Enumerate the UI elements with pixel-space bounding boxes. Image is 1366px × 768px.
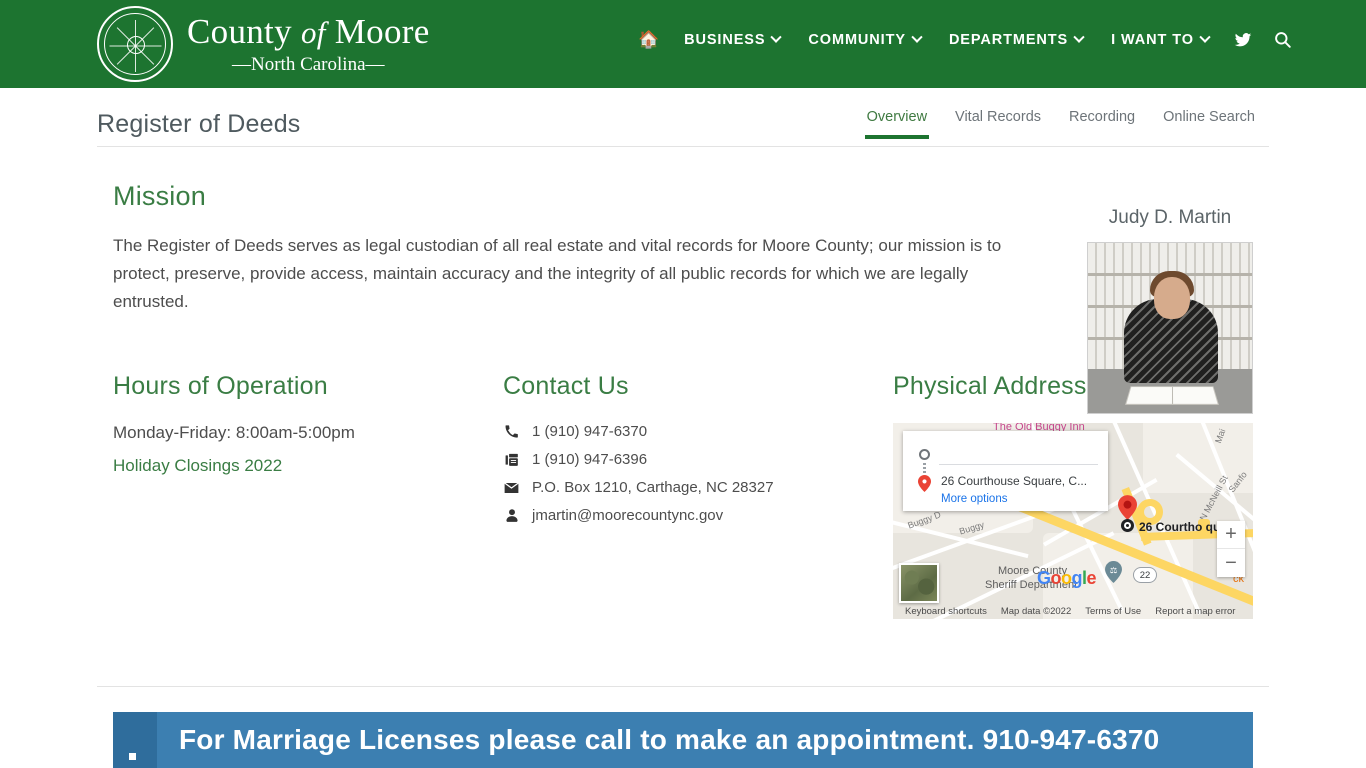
hours-column: Hours of Operation Monday-Friday: 8:00am… [113,372,503,619]
map-directions-card[interactable]: 26 Courthouse Square, C... More options [903,431,1108,511]
contact-mail-value: P.O. Box 1210, Carthage, NC 28327 [532,479,774,496]
contact-email-row[interactable]: jmartin@moorecountync.gov [503,507,893,524]
map-satellite-toggle[interactable] [899,563,939,603]
main-navigation: 🏠 BUSINESS COMMUNITY DEPARTMENTS I WANT … [628,30,1302,49]
map-attribution: Keyboard shortcuts Map data ©2022 Terms … [893,606,1253,617]
card-divider [939,464,1098,465]
brand-title-main: County [187,12,292,51]
chevron-down-icon [770,31,783,43]
contact-heading: Contact Us [503,372,629,400]
tab-vital-records[interactable]: Vital Records [941,109,1055,139]
nav-community-label: COMMUNITY [808,31,906,48]
banner-accent-bar [113,712,157,768]
brand-text: County of Moore —North Carolina— [187,14,430,74]
destination-address: 26 Courthouse Square, C... [941,474,1088,488]
google-logo: Google [1037,568,1097,588]
map-poi-marker-icon: ⚖ [1105,561,1122,583]
destination-pin-icon [918,475,931,492]
contact-mail-row: P.O. Box 1210, Carthage, NC 28327 [503,479,893,496]
title-divider [97,146,1269,147]
nav-search[interactable] [1263,30,1302,49]
brand-title-of: of [300,15,326,50]
contact-fax-value: 1 (910) 947-6396 [532,451,648,468]
contact-phone-row[interactable]: 1 (910) 947-6370 [503,423,893,440]
bottom-divider [97,686,1269,687]
nav-community[interactable]: COMMUNITY [794,31,935,48]
map-destination-dot-icon [1121,519,1134,532]
person-icon [503,509,520,522]
origin-circle-icon [919,449,930,460]
nav-home[interactable]: 🏠 [628,31,670,48]
svg-text:⚖: ⚖ [1110,565,1118,575]
open-ledger-book [1125,386,1219,405]
chevron-down-icon [1073,31,1085,43]
map-zoom-in-button[interactable]: + [1217,521,1245,549]
hours-weekday: Monday-Friday: 8:00am-5:00pm [113,423,355,442]
marriage-license-banner: For Marriage Licenses please call to mak… [113,712,1253,768]
holiday-closings-link[interactable]: Holiday Closings 2022 [113,456,503,476]
fax-icon [503,453,520,467]
map-data-text: Map data ©2022 [1000,606,1072,617]
chevron-down-icon [1199,31,1211,43]
nav-business[interactable]: BUSINESS [670,31,794,48]
nav-i-want-to[interactable]: I WANT TO [1097,31,1223,48]
brand-title-place: Moore [334,12,430,51]
tab-overview[interactable]: Overview [853,109,941,139]
twitter-icon [1234,32,1252,46]
official-name: Judy D. Martin [1108,207,1232,228]
site-header: County of Moore —North Carolina— 🏠 BUSIN… [0,0,1366,88]
section-tabs: Overview Vital Records Recording Online … [853,109,1269,139]
portrait-head [1154,277,1190,319]
contact-email-value: jmartin@moorecountync.gov [532,507,724,524]
nav-departments[interactable]: DEPARTMENTS [935,31,1097,48]
home-icon: 🏠 [638,30,661,49]
map-destination-label: 26 Courtho qu [1139,520,1221,534]
official-profile: Judy D. Martin [1087,207,1253,414]
map-zoom-controls: + − [1217,521,1245,577]
route-dots-icon [923,463,926,475]
hours-heading: Hours of Operation [113,372,328,400]
map-route-shield: 22 [1133,567,1157,583]
nav-departments-label: DEPARTMENTS [948,31,1069,48]
contact-column: Contact Us 1 (910) 947-6370 1 (910) 947-… [503,372,893,619]
county-seal-icon [97,6,173,82]
brand-title: County of Moore [187,14,430,49]
seal-spokes [99,8,171,80]
nav-i-want-to-label: I WANT TO [1111,31,1194,48]
google-map-embed[interactable]: The Old Buggy Inn Buggy D Buggy Mai N Mc… [893,423,1253,619]
official-photo [1087,242,1253,414]
main-content: Mission The Register of Deeds serves as … [97,181,1269,619]
nav-business-label: BUSINESS [684,31,766,48]
terms-of-use-link[interactable]: Terms of Use [1085,606,1141,617]
page-title: Register of Deeds [97,109,301,138]
page-title-bar: Register of Deeds Overview Vital Records… [97,88,1269,146]
search-icon [1275,32,1291,48]
banner-text: For Marriage Licenses please call to mak… [179,724,1160,755]
contact-phone-value: 1 (910) 947-6370 [532,423,648,440]
more-options-link[interactable]: More options [941,493,1007,505]
report-map-error-link[interactable]: Report a map error [1155,606,1235,617]
mail-icon [503,481,520,494]
phone-icon [503,425,520,438]
brand-subtitle: —North Carolina— [232,54,385,75]
site-brand[interactable]: County of Moore —North Carolina— [97,6,430,82]
map-destination-pin-icon [1118,495,1137,520]
tab-online-search[interactable]: Online Search [1149,109,1269,139]
tab-recording[interactable]: Recording [1055,109,1149,139]
mission-body: The Register of Deeds serves as legal cu… [113,236,1002,311]
map-route-number: 22 [1139,569,1151,581]
chevron-down-icon [911,31,923,43]
map-zoom-out-button[interactable]: − [1217,549,1245,577]
nav-twitter[interactable] [1223,31,1263,49]
contact-fax-row: 1 (910) 947-6396 [503,451,893,468]
keyboard-shortcuts-link[interactable]: Keyboard shortcuts [905,606,987,617]
